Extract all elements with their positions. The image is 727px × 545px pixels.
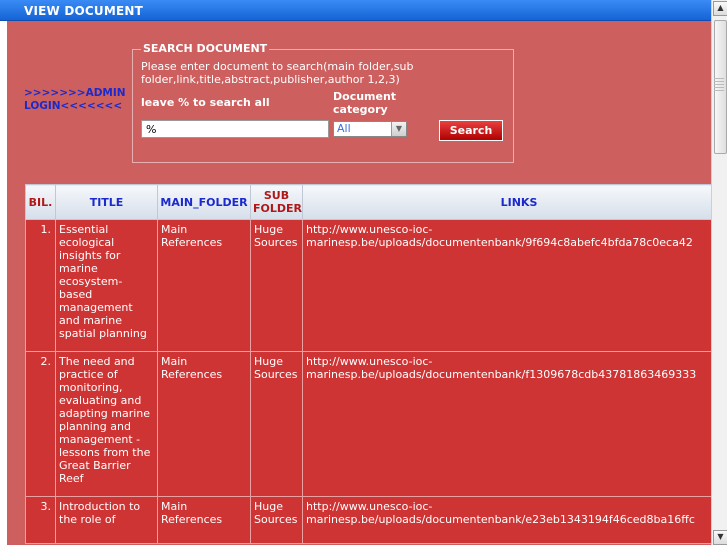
- admin-login-link[interactable]: >>>>>>>ADMIN LOGIN<<<<<<<: [24, 87, 132, 113]
- row-title: The need and practice of monitoring, eva…: [55, 351, 158, 497]
- table-row: 2. The need and practice of monitoring, …: [25, 351, 711, 497]
- row-link-path[interactable]: marinesp.be/uploads/documentenbank/9f694…: [306, 236, 711, 249]
- scroll-down-icon[interactable]: ▼: [713, 530, 727, 545]
- table-header-row: BIL. TITLE MAIN_FOLDER SUB FOLDER LINKS: [25, 184, 711, 220]
- row-title: Essential ecological insights for marine…: [55, 219, 158, 352]
- scroll-up-icon[interactable]: ▲: [713, 1, 727, 16]
- row-link[interactable]: http://www.unesco-ioc- marinesp.be/uploa…: [302, 351, 711, 497]
- search-help-text: Please enter document to search(main fol…: [141, 60, 414, 86]
- row-number: 2.: [25, 351, 56, 497]
- column-header-main-folder[interactable]: MAIN_FOLDER: [157, 184, 251, 220]
- search-fieldset: SEARCH DOCUMENT Please enter document to…: [132, 42, 514, 163]
- title-bar: VIEW DOCUMENT: [0, 0, 711, 21]
- document-category-value: All: [337, 122, 351, 135]
- row-link[interactable]: http://www.unesco-ioc- marinesp.be/uploa…: [302, 219, 711, 352]
- row-sub-folder: Huge Sources: [250, 351, 303, 497]
- resize-grip-icon[interactable]: [714, 78, 724, 92]
- search-legend: SEARCH DOCUMENT: [141, 42, 270, 55]
- document-category-label: Document category: [333, 90, 397, 116]
- row-main-folder: Main References: [157, 351, 251, 497]
- document-category-select[interactable]: All ▼: [333, 121, 407, 137]
- search-all-hint: leave % to search all: [141, 96, 270, 109]
- row-number: 1.: [25, 219, 56, 352]
- column-header-sub-folder: SUB FOLDER: [250, 184, 303, 220]
- row-sub-folder: Huge Sources: [250, 496, 303, 544]
- row-title: Introduction to the role of: [55, 496, 158, 544]
- row-link-host[interactable]: http://www.unesco-ioc-: [306, 223, 711, 236]
- row-main-folder: Main References: [157, 496, 251, 544]
- row-link-host[interactable]: http://www.unesco-ioc-: [306, 500, 711, 513]
- row-main-folder: Main References: [157, 219, 251, 352]
- row-sub-folder: Huge Sources: [250, 219, 303, 352]
- main-panel: >>>>>>>ADMIN LOGIN<<<<<<< SEARCH DOCUMEN…: [7, 21, 711, 545]
- column-header-title[interactable]: TITLE: [55, 184, 158, 220]
- column-header-links[interactable]: LINKS: [302, 184, 711, 220]
- column-header-bil: BIL.: [25, 184, 56, 220]
- results-table: BIL. TITLE MAIN_FOLDER SUB FOLDER LINKS …: [25, 184, 711, 544]
- search-button[interactable]: Search: [439, 120, 503, 141]
- row-number: 3.: [25, 496, 56, 544]
- table-row: 3. Introduction to the role of Main Refe…: [25, 496, 711, 544]
- chevron-down-icon[interactable]: ▼: [391, 122, 406, 136]
- row-link-host[interactable]: http://www.unesco-ioc-: [306, 355, 711, 368]
- table-row: 1. Essential ecological insights for mar…: [25, 219, 711, 352]
- row-link[interactable]: http://www.unesco-ioc- marinesp.be/uploa…: [302, 496, 711, 544]
- search-input[interactable]: %: [141, 120, 329, 138]
- page-title: VIEW DOCUMENT: [24, 4, 144, 18]
- row-link-path[interactable]: marinesp.be/uploads/documentenbank/f1309…: [306, 368, 711, 381]
- row-link-path[interactable]: marinesp.be/uploads/documentenbank/e23eb…: [306, 513, 711, 526]
